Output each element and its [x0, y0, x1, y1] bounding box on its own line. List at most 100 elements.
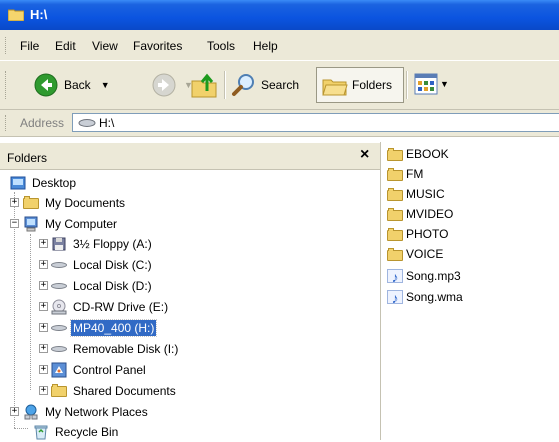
title-bar[interactable]: H:\ — [0, 0, 559, 30]
expand-icon[interactable]: + — [39, 323, 48, 332]
tree-item-mp40-drive[interactable]: MP40_400 (H:) — [51, 318, 158, 338]
file-item-music[interactable]: MUSIC — [387, 184, 445, 204]
menu-tools[interactable]: Tools — [207, 39, 235, 53]
folder-icon — [387, 207, 403, 221]
search-icon — [232, 74, 254, 96]
hard-drive-icon — [51, 257, 67, 273]
folders-label: Folders — [352, 78, 393, 92]
expand-icon[interactable]: + — [39, 302, 48, 311]
back-dropdown-icon[interactable]: ▼ — [101, 80, 110, 90]
expand-icon[interactable]: + — [39, 365, 48, 374]
expand-icon[interactable]: + — [39, 260, 48, 269]
menu-file[interactable]: File — [20, 39, 39, 53]
up-folder-icon — [191, 73, 217, 98]
tree-line — [14, 428, 28, 429]
file-item-song-wma[interactable]: ♪ Song.wma — [387, 287, 463, 307]
tree-item-my-computer[interactable]: My Computer — [23, 214, 119, 234]
file-item-photo[interactable]: PHOTO — [387, 224, 448, 244]
file-item-fm[interactable]: FM — [387, 164, 423, 184]
tree-item-label: My Computer — [45, 217, 118, 231]
menu-edit[interactable]: Edit — [55, 39, 76, 53]
desktop-icon — [10, 176, 26, 190]
toolbar-grip[interactable] — [5, 71, 8, 99]
folders-button[interactable]: Folders — [316, 67, 404, 103]
close-icon[interactable]: × — [360, 146, 369, 164]
expand-icon[interactable]: + — [39, 239, 48, 248]
tree-item-label: MP40_400 (H:) — [69, 319, 158, 337]
removable-drive-icon — [51, 320, 67, 336]
tree-item-label: Control Panel — [73, 363, 146, 377]
file-name: MVIDEO — [406, 207, 454, 221]
floppy-drive-icon — [52, 237, 66, 251]
tree-item-local-disk-d[interactable]: Local Disk (D:) — [51, 276, 154, 296]
window-title: H:\ — [30, 7, 48, 22]
tree-item-control-panel[interactable]: Control Panel — [51, 360, 148, 380]
expand-icon[interactable]: + — [10, 407, 19, 416]
menu-grip[interactable] — [5, 37, 8, 54]
tree-item-shared-documents[interactable]: Shared Documents — [51, 381, 178, 401]
tree-item-label: My Network Places — [45, 405, 148, 419]
expand-icon[interactable]: + — [39, 344, 48, 353]
tree-item-my-documents[interactable]: My Documents — [23, 193, 127, 213]
address-value: H:\ — [99, 116, 115, 130]
tree-item-removable-disk[interactable]: Removable Disk (I:) — [51, 339, 180, 359]
tree-item-cd-rw-drive[interactable]: CD-RW Drive (E:) — [51, 297, 170, 317]
search-button[interactable]: Search — [231, 72, 299, 98]
my-documents-icon — [23, 195, 39, 211]
folder-icon — [387, 147, 403, 161]
tree-item-label: Shared Documents — [73, 384, 176, 398]
file-name: VOICE — [406, 247, 444, 261]
back-arrow-icon — [34, 73, 58, 97]
address-bar: Address H:\ — [0, 110, 559, 137]
toolbar: Back ▼ ▼ Search Folders ▼ — [0, 61, 559, 110]
file-item-voice[interactable]: VOICE — [387, 244, 443, 264]
tree-item-recycle-bin[interactable]: Recycle Bin — [33, 422, 120, 442]
drive-icon — [78, 119, 96, 127]
file-name: MUSIC — [406, 187, 445, 201]
file-name: EBOOK — [406, 147, 449, 161]
folder-icon — [8, 9, 24, 21]
folders-icon — [322, 79, 348, 96]
file-item-mvideo[interactable]: MVIDEO — [387, 204, 453, 224]
file-list-pane: EBOOK FM MUSIC MVIDEO PHOTO VOICE ♪ Song… — [381, 142, 559, 440]
file-name: PHOTO — [406, 227, 449, 241]
cd-drive-icon — [51, 299, 67, 315]
audio-file-icon: ♪ — [387, 290, 403, 305]
search-label: Search — [261, 78, 300, 92]
menu-view[interactable]: View — [92, 39, 118, 53]
views-button[interactable]: ▼ — [414, 73, 449, 95]
hard-drive-icon — [51, 278, 67, 294]
up-folder-button[interactable] — [190, 71, 218, 99]
expand-icon[interactable]: + — [10, 198, 19, 207]
collapse-icon[interactable]: − — [10, 219, 19, 228]
tree-item-network-places[interactable]: My Network Places — [23, 402, 150, 422]
menu-help[interactable]: Help — [253, 39, 278, 53]
back-button[interactable]: Back ▼ — [34, 73, 110, 97]
my-computer-icon — [24, 216, 38, 232]
folder-icon — [387, 227, 403, 241]
tree-item-desktop[interactable]: Desktop — [10, 173, 78, 193]
file-item-ebook[interactable]: EBOOK — [387, 144, 449, 164]
file-item-song-mp3[interactable]: ♪ Song.mp3 — [387, 266, 461, 286]
audio-file-icon: ♪ — [387, 269, 403, 284]
tree-line — [30, 234, 31, 390]
tree-item-local-disk-c[interactable]: Local Disk (C:) — [51, 255, 154, 275]
views-dropdown-icon[interactable]: ▼ — [440, 79, 449, 89]
tree-item-label: Removable Disk (I:) — [73, 342, 179, 356]
tree-item-floppy[interactable]: 3½ Floppy (A:) — [51, 234, 154, 254]
expand-icon[interactable]: + — [39, 386, 48, 395]
views-icon — [414, 73, 438, 95]
menu-favorites[interactable]: Favorites — [133, 39, 182, 53]
folders-pane: Folders × Desktop + My Documents − My Co… — [0, 142, 381, 440]
folder-icon — [387, 167, 403, 181]
forward-arrow-icon — [152, 73, 176, 97]
address-grip[interactable] — [5, 115, 8, 131]
tree-item-label: CD-RW Drive (E:) — [73, 300, 169, 314]
folders-pane-header: Folders × — [0, 142, 380, 170]
forward-button[interactable]: ▼ — [152, 73, 193, 97]
menu-bar: File Edit View Favorites Tools Help — [0, 30, 559, 61]
address-input[interactable]: H:\ — [72, 113, 559, 132]
expand-icon[interactable]: + — [39, 281, 48, 290]
tree-item-label: Local Disk (D:) — [73, 279, 152, 293]
back-label: Back — [64, 78, 91, 92]
